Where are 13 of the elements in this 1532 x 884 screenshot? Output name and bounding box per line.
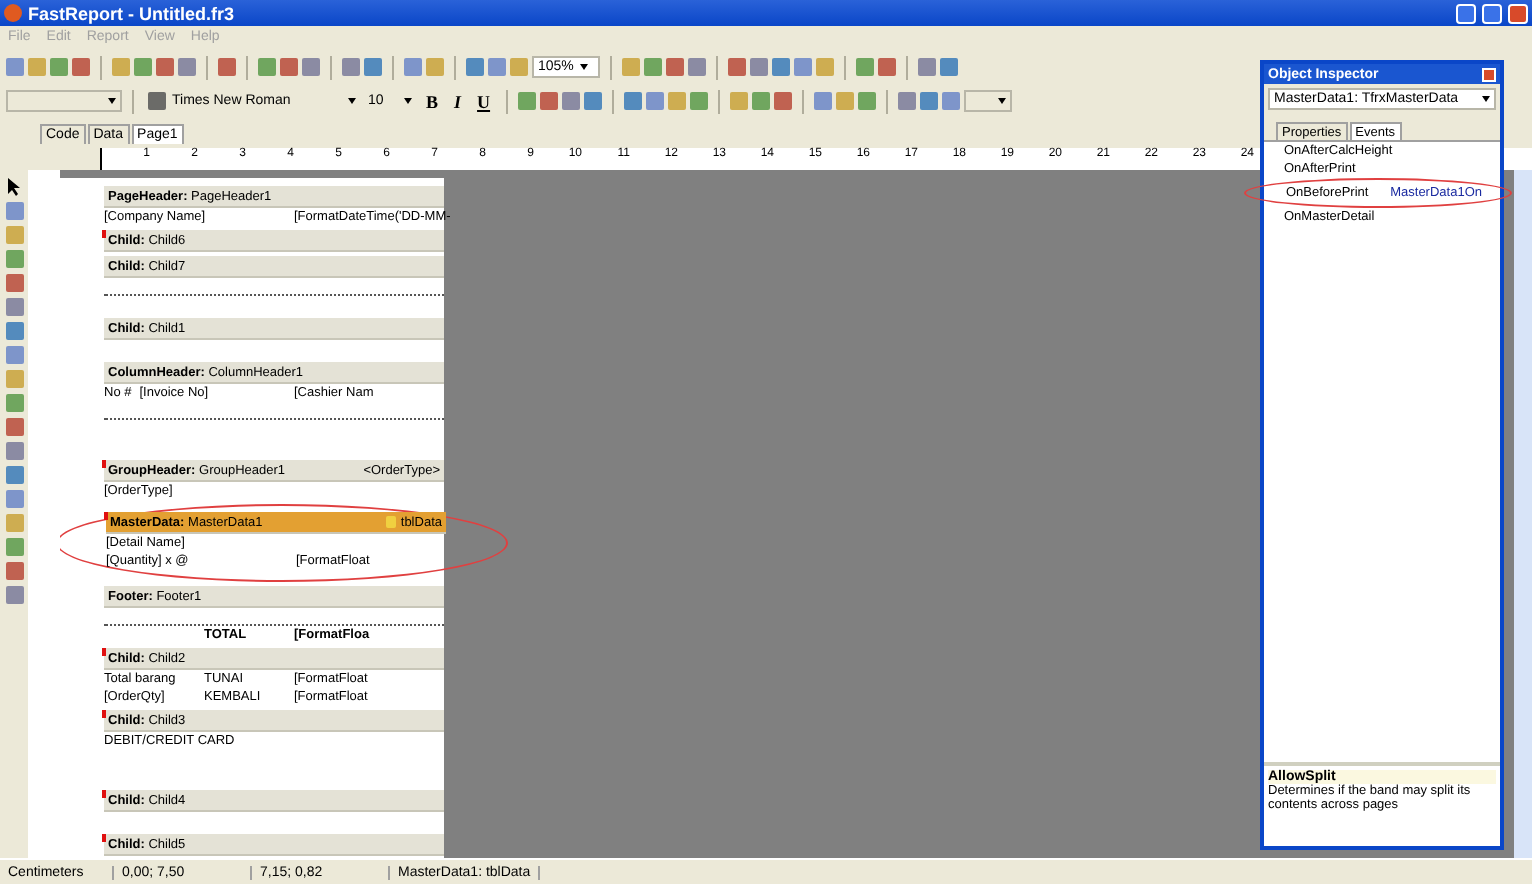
scrollbar[interactable] [1514, 170, 1532, 858]
database-icon [386, 516, 397, 528]
app-icon [4, 4, 22, 22]
close-button[interactable] [1508, 3, 1528, 23]
format-button[interactable]: B [420, 91, 445, 111]
maximize-button[interactable] [1482, 3, 1502, 23]
format-button[interactable]: I [448, 91, 468, 111]
pointer-icon[interactable] [5, 178, 23, 196]
minimize-button[interactable] [1456, 3, 1476, 23]
close-button[interactable] [1482, 67, 1496, 81]
window-title: FastReport - Untitled.fr3 [28, 3, 237, 23]
format-button[interactable]: U [471, 91, 497, 111]
font-icon [148, 92, 166, 110]
